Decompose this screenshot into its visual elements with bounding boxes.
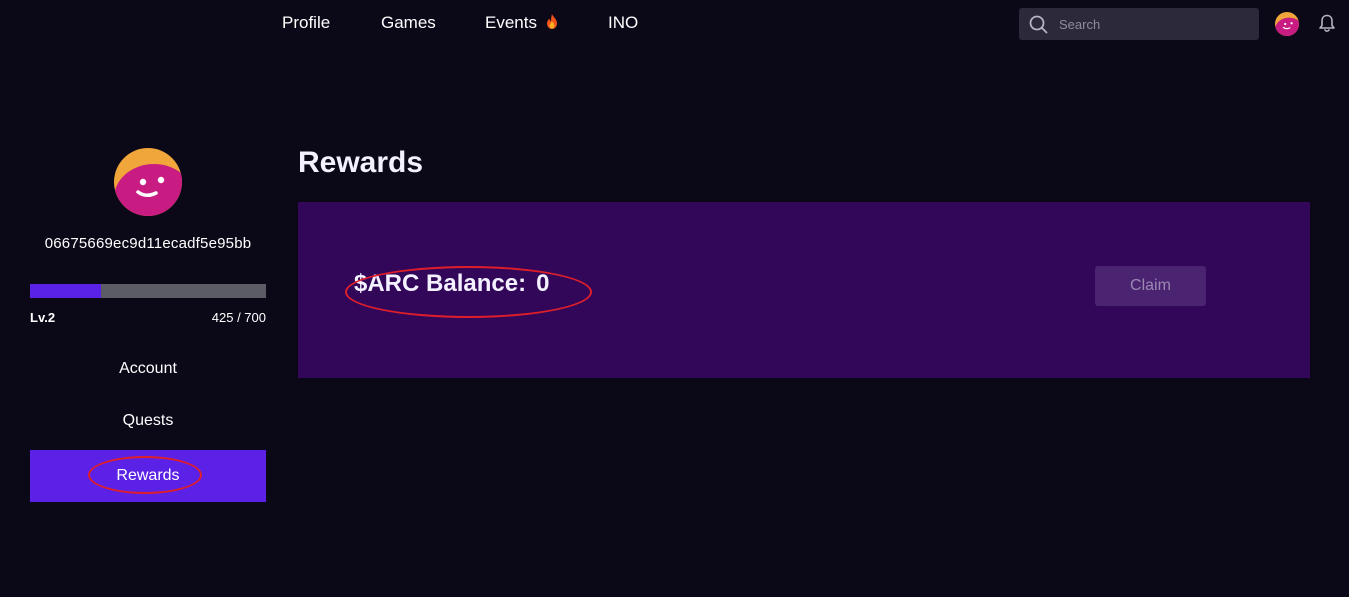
- claim-button[interactable]: Claim: [1095, 266, 1206, 306]
- search-input[interactable]: [1059, 8, 1249, 40]
- user-id: 06675669ec9d11ecadf5e95bb: [44, 235, 252, 252]
- search-icon: [1029, 15, 1048, 39]
- search-box: [1019, 8, 1259, 40]
- nav-link-events-label: Events: [485, 13, 537, 32]
- nav-link-events[interactable]: Events: [485, 13, 558, 34]
- xp-count: 425 / 700: [211, 310, 266, 325]
- sidebar-item-rewards-label: Rewards: [116, 467, 180, 484]
- xp-progress-fill: [30, 284, 101, 298]
- rewards-panel: $ARC Balance: 0 Claim: [298, 202, 1310, 378]
- arc-balance: $ARC Balance: 0: [354, 270, 549, 298]
- sidebar-item-rewards[interactable]: Rewards: [30, 450, 266, 502]
- fire-icon: [546, 14, 558, 34]
- bell-icon[interactable]: [1318, 14, 1336, 38]
- xp-progress-bar: [30, 284, 266, 298]
- level-label: Lv.2: [30, 310, 56, 325]
- nav-link-ino[interactable]: INO: [608, 13, 638, 33]
- sidebar-item-quests[interactable]: Quests: [30, 395, 266, 447]
- page-title: Rewards: [298, 146, 424, 179]
- user-avatar[interactable]: [1275, 12, 1299, 41]
- top-navigation: Profile Games Events INO: [0, 0, 1349, 48]
- balance-label: $ARC Balance:: [354, 270, 527, 297]
- balance-value: 0: [536, 270, 550, 297]
- nav-link-profile[interactable]: Profile: [282, 13, 330, 33]
- nav-link-games[interactable]: Games: [381, 13, 436, 33]
- sidebar-item-account[interactable]: Account: [30, 343, 266, 395]
- profile-avatar: [114, 148, 182, 221]
